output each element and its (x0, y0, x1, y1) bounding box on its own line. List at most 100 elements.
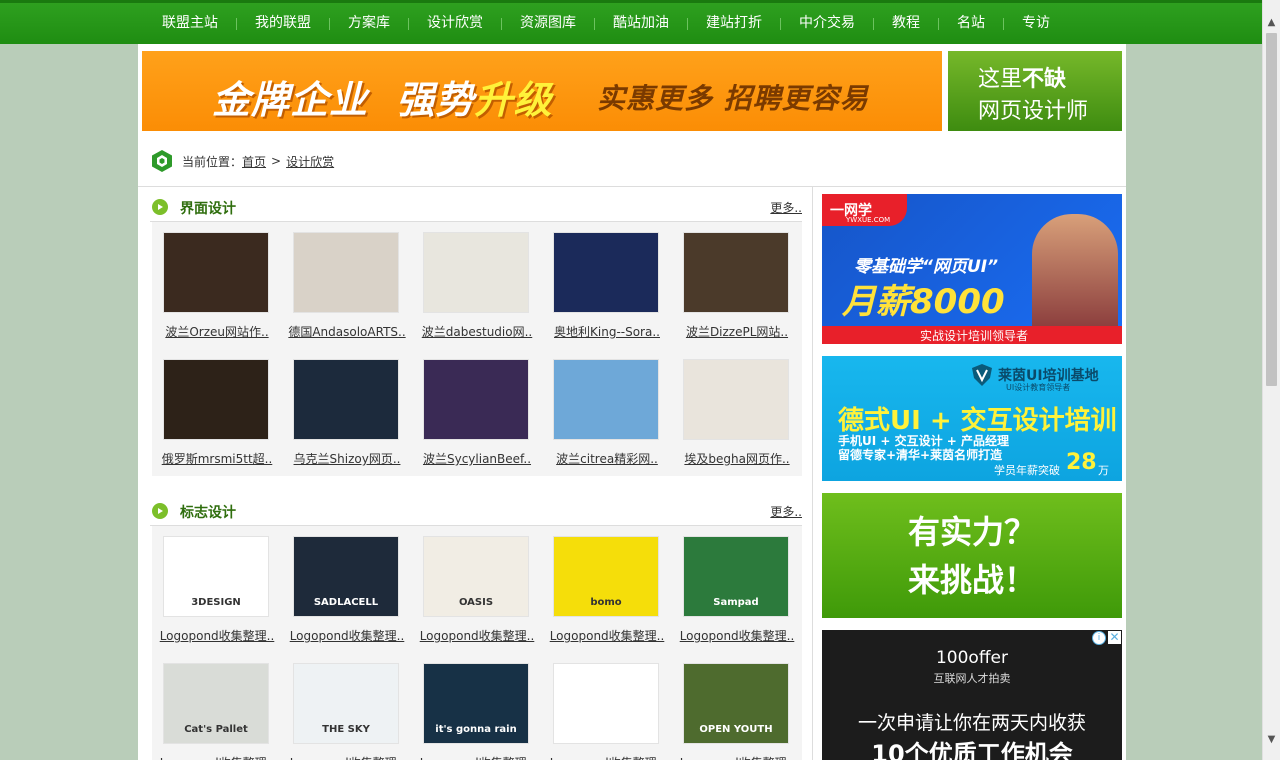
gallery-item[interactable]: Cat's Pallet Logopond收集整理.. (152, 663, 282, 760)
gallery-item[interactable]: 德国AndasoloARTS.. (282, 232, 412, 342)
sidebar-ad-100offer[interactable]: i ✕ 100offer 互联网人才拍卖 一次申请让你在两天内收获 10个优质工… (822, 630, 1122, 760)
gallery-thumbnail[interactable] (683, 232, 789, 313)
ad4-brand-sub: 互联网人才拍卖 (933, 672, 1011, 685)
nav-link[interactable]: 中介交易 (785, 3, 869, 44)
nav-item: 专访 (999, 3, 1064, 44)
breadcrumb-separator: > (271, 154, 282, 168)
nav-link[interactable]: 联盟主站 (148, 3, 232, 44)
gallery-item[interactable]: SADLACELL Logopond收集整理.. (282, 536, 412, 646)
gallery-item[interactable]: THE SKY Logopond收集整理.. (282, 663, 412, 760)
gallery-thumbnail[interactable] (293, 359, 399, 440)
sidebar-ad-ywxue[interactable]: 一网学 YWXUE.COM 零基础学“网页UI” 月薪8000 实战设计培训领导… (822, 194, 1122, 344)
gallery-caption-link[interactable]: Logopond收集整理.. (152, 754, 282, 760)
nav-link[interactable]: 我的联盟 (241, 3, 325, 44)
nav-link[interactable]: 资源图库 (506, 3, 590, 44)
gallery-item[interactable]: Sampad Logopond收集整理.. (672, 536, 802, 646)
gallery-thumbnail[interactable]: OASIS (423, 536, 529, 617)
gallery-caption-link[interactable]: 俄罗斯mrsmi5tt超.. (152, 450, 282, 467)
gallery-item[interactable]: 波兰SycylianBeef.. (412, 359, 542, 469)
gallery-item[interactable]: OASIS Logopond收集整理.. (412, 536, 542, 646)
gallery-caption-link[interactable]: 德国AndasoloARTS.. (282, 323, 412, 340)
gallery-item[interactable]: 波兰DizzePL网站.. (672, 232, 802, 342)
logo-mark: OPEN YOUTH (699, 724, 773, 735)
gallery-item[interactable]: 俄罗斯mrsmi5tt超.. (152, 359, 282, 469)
scroll-up-arrow-icon[interactable]: ▲ (1263, 14, 1280, 31)
nav-link[interactable]: 建站打折 (692, 3, 776, 44)
gallery-caption-link[interactable]: Logopond收集整理.. (412, 627, 542, 644)
top-navigation: 联盟主站 我的联盟 方案库 设计欣赏 资源图库 酷站加油 建站打折 中介交易 教程 名站 专访 (0, 0, 1263, 44)
nav-link[interactable]: 教程 (878, 3, 934, 44)
ad-close-icon[interactable]: ✕ (1108, 631, 1121, 644)
gallery-thumbnail[interactable] (423, 359, 529, 440)
gallery-thumbnail[interactable] (163, 359, 269, 440)
gallery-item[interactable]: 奥地利King--Sora.. (542, 232, 672, 342)
gallery-thumbnail[interactable] (163, 232, 269, 313)
nav-link[interactable]: 设计欣赏 (413, 3, 497, 44)
nav-link[interactable]: 专访 (1008, 3, 1064, 44)
vertical-scrollbar[interactable]: ▲ ▼ (1262, 0, 1280, 760)
nav-item: 名站 (934, 3, 999, 44)
gallery-item[interactable]: it's gonna rain Logopond收集整理.. (412, 663, 542, 760)
scrollbar-thumb[interactable] (1266, 33, 1277, 386)
gallery-thumbnail[interactable]: SADLACELL (293, 536, 399, 617)
ad2-line3: 学员年薪突破 (994, 464, 1060, 477)
gallery-caption-link[interactable]: Logopond收集整理.. (542, 754, 672, 760)
gallery-caption-link[interactable]: 波兰dabestudio网.. (412, 323, 542, 340)
gallery-thumbnail[interactable]: THE SKY (293, 663, 399, 744)
gallery-thumbnail[interactable] (553, 359, 659, 440)
scroll-down-arrow-icon[interactable]: ▼ (1263, 731, 1280, 748)
gallery-caption-link[interactable]: Logopond收集整理.. (542, 627, 672, 644)
nav-link[interactable]: 方案库 (334, 3, 404, 44)
section-header: 标志设计 更多.. (150, 499, 802, 526)
section-more-link[interactable]: 更多.. (770, 199, 802, 216)
gallery-item[interactable]: 波兰Orzeu网站作.. (152, 232, 282, 342)
gallery-caption-link[interactable]: Logopond收集整理.. (672, 627, 802, 644)
gallery-caption-link[interactable]: Logopond收集整理.. (152, 627, 282, 644)
breadcrumb-current-link[interactable]: 设计欣赏 (286, 153, 334, 170)
nav-link[interactable]: 名站 (943, 3, 999, 44)
ad-info-icon[interactable]: i (1092, 631, 1106, 645)
gallery-item[interactable]: OPEN YOUTH Logopond收集整理.. (672, 663, 802, 760)
gallery-caption-link[interactable]: 波兰SycylianBeef.. (412, 450, 542, 467)
promo-banner-left[interactable]: 金牌企业 强势升级 实惠更多 招聘更容易 (142, 51, 942, 131)
gallery-caption-link[interactable]: 波兰Orzeu网站作.. (152, 323, 282, 340)
logo-mark: THE SKY (322, 724, 370, 735)
gallery-thumbnail[interactable] (293, 232, 399, 313)
gallery-thumbnail[interactable]: Sampad (683, 536, 789, 617)
gallery-item[interactable]: bomo Logopond收集整理.. (542, 536, 672, 646)
sidebar-ad-laiyin[interactable]: 莱茵UI培训基地 UI设计教育领导者 德式UI + 交互设计培训 手机UI + … (822, 356, 1122, 481)
promo-right-line2: 网页设计师 (978, 99, 1089, 124)
gallery-caption-link[interactable]: Logopond收集整理.. (412, 754, 542, 760)
gallery-thumbnail[interactable] (553, 663, 659, 744)
gallery-item[interactable]: 3DESIGN Logopond收集整理.. (152, 536, 282, 646)
gallery-thumbnail[interactable]: bomo (553, 536, 659, 617)
gallery-caption-link[interactable]: 奥地利King--Sora.. (542, 323, 672, 340)
gallery-caption-link[interactable]: 乌克兰Shizoy网页.. (282, 450, 412, 467)
gallery-caption-link[interactable]: 波兰DizzePL网站.. (672, 323, 802, 340)
gallery-caption-link[interactable]: Logopond收集整理.. (282, 627, 412, 644)
nav-link[interactable]: 酷站加油 (599, 3, 683, 44)
sidebar-ad-challenge[interactable]: 有实力？ 来挑战！ (822, 493, 1122, 618)
gallery-caption-link[interactable]: Logopond收集整理.. (282, 754, 412, 760)
gallery-thumbnail[interactable]: OPEN YOUTH (683, 663, 789, 744)
gallery-thumbnail[interactable]: 3DESIGN (163, 536, 269, 617)
gallery-thumbnail[interactable] (423, 232, 529, 313)
gallery-caption-link[interactable]: 波兰citrea精彩网.. (542, 450, 672, 467)
gallery-thumbnail[interactable] (553, 232, 659, 313)
gallery-item[interactable]: 波兰citrea精彩网.. (542, 359, 672, 469)
ad2-brand-sub: UI设计教育领导者 (1006, 383, 1071, 392)
gallery-item[interactable]: 乌克兰Shizoy网页.. (282, 359, 412, 469)
promo-banner-right[interactable]: 这里不缺 网页设计师 (948, 51, 1122, 131)
breadcrumb-home-link[interactable]: 首页 (242, 153, 266, 170)
nav-item: 联盟主站 (148, 3, 232, 44)
gallery-thumbnail[interactable] (683, 359, 789, 440)
gallery-thumbnail[interactable]: it's gonna rain (423, 663, 529, 744)
breadcrumb: 当前位置： 首页 > 设计欣赏 (150, 150, 334, 172)
section-more-link[interactable]: 更多.. (770, 503, 802, 520)
gallery-thumbnail[interactable]: Cat's Pallet (163, 663, 269, 744)
gallery-item[interactable]: 波兰dabestudio网.. (412, 232, 542, 342)
gallery-caption-link[interactable]: 埃及begha网页作.. (672, 450, 802, 467)
gallery-item[interactable]: 埃及begha网页作.. (672, 359, 802, 469)
gallery-caption-link[interactable]: Logopond收集整理.. (672, 754, 802, 760)
gallery-item[interactable]: Logopond收集整理.. (542, 663, 672, 760)
